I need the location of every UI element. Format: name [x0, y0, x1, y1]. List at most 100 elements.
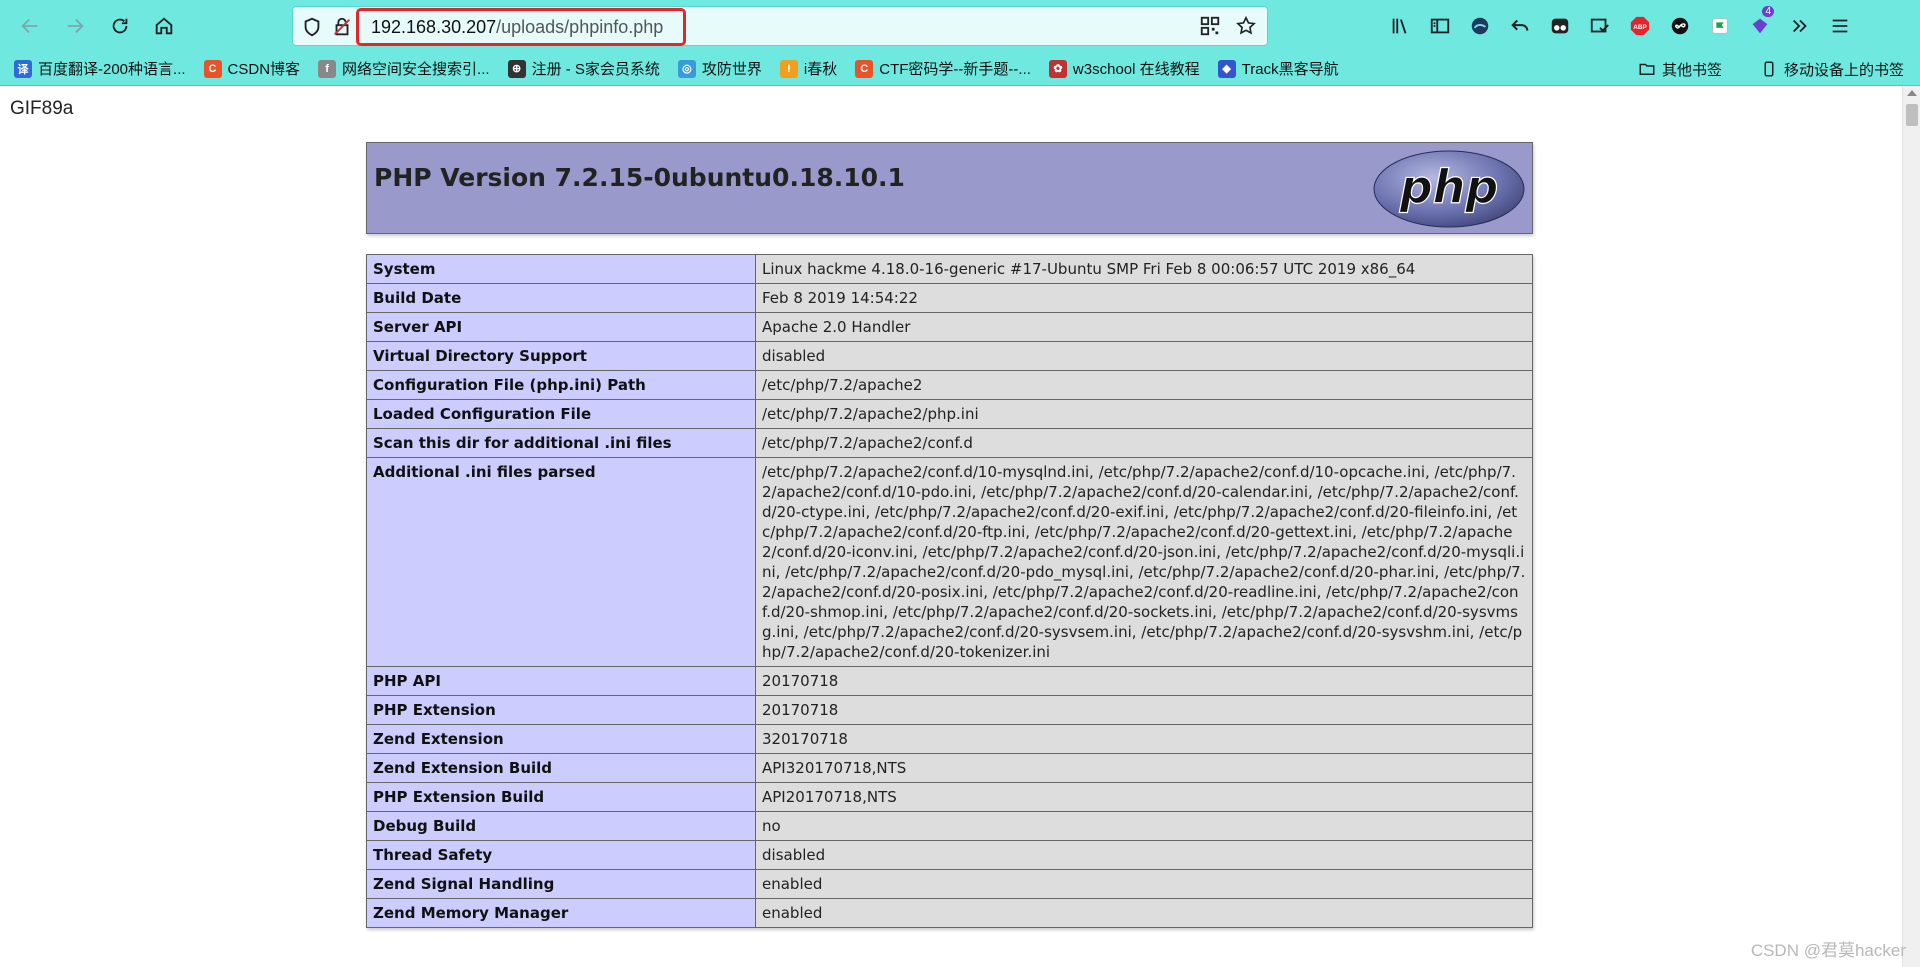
row-key: System	[366, 254, 756, 284]
other-bookmarks-label: 其他书签	[1661, 61, 1722, 79]
bookmark-item[interactable]: ⊕ 注册 - S家会员系统	[507, 58, 660, 79]
bookmark-item[interactable]: ✿ w3school 在线教程	[1048, 58, 1200, 79]
screenshot-icon[interactable]	[1580, 10, 1620, 42]
insecure-lock-icon[interactable]	[331, 16, 353, 38]
table-row: Zend Signal Handling enabled	[366, 869, 1533, 899]
table-row: Debug Build no	[366, 811, 1533, 841]
bookmark-item[interactable]: C CTF密码学--新手题--...	[855, 58, 1031, 79]
adblock-label: ABP	[1633, 24, 1647, 31]
bookmark-item[interactable]: 译百度翻译-200种语言...	[14, 58, 186, 79]
table-row: Zend Memory Manager enabled	[366, 898, 1533, 928]
address-bar[interactable]: 192.168.30.207/uploads/phpinfo.php	[292, 6, 1268, 46]
gif-header-text: GIF89a	[10, 98, 74, 119]
adblock-icon[interactable]: ABP	[1620, 10, 1660, 42]
arrow-right-icon	[67, 18, 84, 34]
bookmark-label: 注册 - S家会员系统	[531, 61, 660, 78]
row-value: Linux hackme 4.18.0-16-generic #17-Ubunt…	[755, 254, 1533, 284]
notification-extension-icon[interactable]: 4	[1740, 6, 1780, 42]
row-key: Scan this dir for additional .ini files	[366, 428, 756, 458]
row-key: Additional .ini files parsed	[366, 457, 756, 667]
toolbar-extensions: ABP 4	[1380, 6, 1860, 42]
folder-icon	[1639, 63, 1655, 75]
table-row: Build Date Feb 8 2019 14:54:22	[366, 283, 1533, 313]
row-value: disabled	[755, 840, 1533, 870]
row-key: Server API	[366, 312, 756, 342]
browser-toolbar: 192.168.30.207/uploads/phpinfo.php ABP 4	[0, 0, 1920, 52]
bookmark-favicon-icon: !	[779, 59, 798, 78]
row-key: Loaded Configuration File	[366, 399, 756, 429]
row-value: /etc/php/7.2/apache2/php.ini	[755, 399, 1533, 429]
bookmark-favicon-icon: ◆	[1217, 59, 1236, 78]
qr-code-icon[interactable]	[1199, 15, 1221, 37]
row-key: Build Date	[366, 283, 756, 313]
table-row: Configuration File (php.ini) Path/etc/ph…	[366, 370, 1533, 400]
bookmark-label: 网络空间安全搜索引...	[342, 61, 490, 78]
table-row: Loaded Configuration File/etc/php/7.2/ap…	[366, 399, 1533, 429]
bookmark-favicon-icon: ◎	[677, 59, 696, 78]
other-bookmarks-folder[interactable]: 其他书签	[1638, 59, 1722, 80]
bookmarks-bar: 译百度翻译-200种语言... C CSDN博客 f 网络空间安全搜索引... ⊕ 注册 -…	[0, 52, 1920, 86]
infinity-extension-icon[interactable]	[1660, 10, 1700, 42]
bookmark-item[interactable]: ◆ Track黑客导航	[1217, 58, 1339, 79]
row-value: 20170718	[755, 666, 1533, 696]
shield-icon[interactable]	[301, 16, 323, 38]
table-row: System Linux hackme 4.18.0-16-generic #17…	[366, 254, 1533, 284]
url-path: /uploads/phpinfo.php	[496, 16, 664, 37]
php-logo-icon[interactable]: php	[1372, 149, 1526, 229]
scroll-thumb[interactable]	[1906, 104, 1918, 126]
bookmarks-list: 译百度翻译-200种语言... C CSDN博客 f 网络空间安全搜索引... ⊕ 注册 -…	[0, 58, 1357, 79]
table-row: Zend Extension Build API320170718,NTS	[366, 753, 1533, 783]
bookmark-favicon-icon: C	[203, 59, 222, 78]
row-key: Thread Safety	[366, 840, 756, 870]
row-key: PHP API	[366, 666, 756, 696]
page-scrollbar[interactable]	[1902, 86, 1920, 967]
table-row: Thread Safety disabled	[366, 840, 1533, 870]
undo-icon[interactable]	[1500, 10, 1540, 42]
row-key: Virtual Directory Support	[366, 341, 756, 371]
bookmark-label: 攻防世界	[701, 61, 762, 78]
php-logo-text: php	[1399, 160, 1499, 214]
row-value: API20170718,NTS	[755, 782, 1533, 812]
bookmark-item[interactable]: ◎ 攻防世界	[677, 58, 762, 79]
bookmark-favicon-icon: ⊕	[507, 59, 526, 78]
bookmark-favicon-icon: 译	[14, 59, 32, 78]
scroll-up-arrow-icon[interactable]	[1907, 90, 1917, 96]
bookmark-favicon-icon: C	[855, 59, 874, 78]
table-row: Server API Apache 2.0 Handler	[366, 312, 1533, 342]
reload-button[interactable]	[100, 6, 140, 46]
row-key: Debug Build	[366, 811, 756, 841]
bookmark-star-icon[interactable]	[1235, 15, 1257, 37]
row-value: /etc/php/7.2/apache2/conf.d	[755, 428, 1533, 458]
library-icon[interactable]	[1380, 10, 1420, 42]
row-value: API320170718,NTS	[755, 753, 1533, 783]
extension-globe-icon[interactable]	[1460, 10, 1500, 42]
mobile-device-icon	[1764, 61, 1774, 77]
bookmark-label: w3school 在线教程	[1072, 61, 1200, 78]
home-button[interactable]	[144, 6, 184, 46]
bookmark-item[interactable]: ! i春秋	[779, 58, 838, 79]
menu-icon[interactable]	[1820, 10, 1860, 42]
table-row: Zend Extension 320170718	[366, 724, 1533, 754]
table-row: Virtual Directory Support disabled	[366, 341, 1533, 371]
table-row: PHP Extension Build API20170718,NTS	[366, 782, 1533, 812]
green-flag-icon[interactable]	[1700, 10, 1740, 42]
php-version-title: PHP Version 7.2.15-0ubuntu0.18.10.1	[374, 163, 905, 192]
tampermonkey-icon[interactable]	[1540, 10, 1580, 42]
row-value: /etc/php/7.2/apache2/conf.d/10-mysqlnd.i…	[755, 457, 1533, 667]
bookmark-label: i春秋	[803, 61, 838, 78]
forward-button[interactable]	[55, 6, 95, 46]
csdn-watermark: CSDN @君莫hacker	[1750, 941, 1906, 960]
bookmark-item[interactable]: f 网络空间安全搜索引...	[318, 58, 490, 79]
urlbar-actions	[1199, 15, 1257, 37]
row-key: Zend Extension	[366, 724, 756, 754]
extension-badge: 4	[1762, 6, 1774, 17]
row-value: /etc/php/7.2/apache2	[755, 370, 1533, 400]
table-row: PHP Extension 20170718	[366, 695, 1533, 725]
mobile-bookmarks-folder[interactable]: 移动设备上的书签	[1760, 59, 1904, 80]
bookmark-item[interactable]: C CSDN博客	[203, 58, 300, 79]
chevron-double-right-icon[interactable]	[1780, 10, 1820, 42]
home-icon	[155, 17, 173, 35]
url-text[interactable]: 192.168.30.207/uploads/phpinfo.php	[356, 8, 686, 46]
back-button[interactable]	[10, 6, 50, 46]
sidebar-icon[interactable]	[1420, 10, 1460, 42]
